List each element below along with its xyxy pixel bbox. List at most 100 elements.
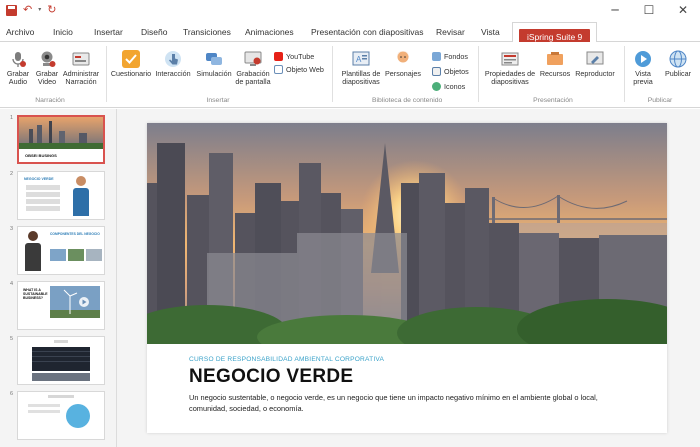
webcam-icon: [38, 50, 56, 68]
slide-3-photos: [50, 249, 102, 261]
iconos-button[interactable]: Iconos: [432, 82, 465, 91]
slide-thumbnail-3[interactable]: COMPONENTES DEL NEGOCIO: [17, 226, 105, 275]
icons-library-icon: [432, 82, 441, 91]
slide-thumbnail-6[interactable]: [17, 391, 105, 440]
tab-archivo[interactable]: Archivo: [6, 22, 34, 42]
plantillas-label: Plantillas de diapositivas: [341, 69, 381, 86]
slide-6-circle-graphic: [66, 404, 90, 428]
group-label-biblioteca: Biblioteca de contenido: [372, 97, 443, 104]
slide-number: 1: [10, 115, 14, 121]
slide-2-list: [26, 185, 60, 213]
personajes-button[interactable]: Personajes: [384, 50, 422, 78]
publicar-label: Publicar: [665, 69, 691, 78]
save-icon[interactable]: [6, 4, 17, 16]
iconos-label: Iconos: [444, 82, 466, 91]
recursos-button[interactable]: Recursos: [538, 50, 572, 78]
tab-insertar[interactable]: Insertar: [94, 22, 123, 42]
interaccion-button[interactable]: Interacción: [154, 50, 192, 78]
grabar-audio-button[interactable]: Grabar Audio: [4, 50, 32, 86]
slide-thumbnail-1[interactable]: OBSEI BUSINGS: [17, 115, 105, 164]
slide-5-footer-image: [32, 373, 90, 381]
group-label-insertar: Insertar: [206, 97, 230, 104]
svg-text:A: A: [356, 55, 362, 64]
close-button[interactable]: ✕: [666, 0, 700, 20]
interaction-hand-icon: [164, 50, 182, 68]
slide-city-photo: [147, 123, 667, 344]
youtube-button[interactable]: YouTube: [274, 52, 314, 61]
slide-number: 2: [10, 171, 14, 177]
redo-icon[interactable]: ↻: [47, 4, 56, 16]
group-label-publicar: Publicar: [647, 97, 673, 104]
reproductor-label: Reproductor: [575, 69, 615, 78]
ribbon-separator: [478, 46, 479, 102]
slide-3-caption: COMPONENTES DEL NEGOCIO: [50, 232, 100, 236]
screen-record-icon: [244, 50, 262, 68]
tab-presentacion[interactable]: Presentación con diapositivas: [311, 22, 423, 42]
administrar-narracion-label: Administrar Narración: [62, 69, 100, 86]
backgrounds-icon: [432, 52, 441, 61]
slide-6-line: [28, 410, 60, 413]
slide-number: 6: [10, 391, 14, 397]
tab-revisar[interactable]: Revisar: [436, 22, 465, 42]
interaccion-label: Interacción: [155, 69, 191, 78]
ribbon-separator: [624, 46, 625, 102]
slide-4-wind-turbine-image: [50, 286, 100, 318]
vista-previa-button[interactable]: Vista previa: [628, 50, 658, 86]
slide-1-caption: OBSEI BUSINGS: [25, 153, 57, 158]
maximize-button[interactable]: ☐: [632, 0, 666, 20]
tab-ispring-suite[interactable]: iSpring Suite 9: [512, 22, 598, 45]
templates-icon: A: [352, 50, 370, 68]
slide-2-person-image: [72, 176, 90, 218]
plantillas-button[interactable]: A Plantillas de diapositivas: [338, 50, 384, 86]
objeto-web-button[interactable]: Objeto Web: [274, 65, 324, 74]
resources-icon: [546, 50, 564, 68]
grabar-video-label: Grabar Video: [35, 69, 59, 86]
fondos-button[interactable]: Fondos: [432, 52, 468, 61]
undo-icon[interactable]: ↶: [23, 4, 32, 16]
group-label-presentacion: Presentación: [533, 97, 573, 104]
recursos-label: Recursos: [539, 69, 571, 78]
ribbon-tabs: Archivo Inicio Insertar Diseño Transicio…: [0, 22, 700, 45]
reproductor-button[interactable]: Reproductor: [574, 50, 616, 78]
cuestionario-button[interactable]: Cuestionario: [110, 50, 152, 78]
propiedades-button[interactable]: Propiedades de diapositivas: [484, 50, 536, 86]
publicar-button[interactable]: Publicar: [662, 50, 694, 78]
slide-properties-icon: [501, 50, 519, 68]
narration-manager-icon: [72, 50, 90, 68]
window-controls: ─ ☐ ✕: [598, 0, 700, 20]
quiz-check-icon: [122, 50, 140, 68]
slide-thumbnail-5[interactable]: [17, 336, 105, 385]
web-object-icon: [274, 65, 283, 74]
slide-5-table: [32, 347, 90, 371]
objetos-button[interactable]: Objetos: [432, 67, 469, 76]
tab-inicio[interactable]: Inicio: [53, 22, 73, 42]
tab-animaciones[interactable]: Animaciones: [245, 22, 294, 42]
grabar-audio-label: Grabar Audio: [6, 69, 30, 86]
grabar-video-button[interactable]: Grabar Video: [34, 50, 60, 86]
objects-icon: [432, 67, 441, 76]
simulacion-button[interactable]: Simulación: [196, 50, 232, 78]
undo-dropdown-icon[interactable]: ▾: [38, 4, 41, 16]
simulation-icon: [205, 50, 223, 68]
slide-canvas[interactable]: CURSO DE RESPONSABILIDAD AMBIENTAL CORPO…: [147, 123, 667, 433]
slide-number: 5: [10, 336, 14, 342]
tab-vista[interactable]: Vista: [481, 22, 500, 42]
tab-transiciones[interactable]: Transiciones: [183, 22, 231, 42]
slide-title: NEGOCIO VERDE: [189, 366, 354, 387]
cuestionario-label: Cuestionario: [110, 69, 152, 78]
slide-thumbnail-pane[interactable]: 1 OBSEI BUSINGS 2 NEGOCIO VERDE 3 COMPON…: [0, 109, 117, 447]
title-bar: ↶ ▾ ↻ ─ ☐ ✕: [0, 0, 700, 22]
vista-previa-label: Vista previa: [633, 69, 653, 86]
slide-number: 4: [10, 281, 14, 287]
tab-diseno[interactable]: Diseño: [141, 22, 167, 42]
administrar-narracion-button[interactable]: Administrar Narración: [60, 50, 102, 86]
slide-thumbnail-2[interactable]: NEGOCIO VERDE: [17, 171, 105, 220]
grabacion-pantalla-button[interactable]: Grabación de pantalla: [234, 50, 272, 86]
group-label-narracion: Narración: [35, 97, 65, 104]
objetos-label: Objetos: [444, 67, 469, 76]
quick-access-toolbar: ↶ ▾ ↻: [6, 4, 56, 16]
slide-text-block: CURSO DE RESPONSABILIDAD AMBIENTAL CORPO…: [189, 356, 629, 414]
minimize-button[interactable]: ─: [598, 0, 632, 20]
ribbon-separator: [106, 46, 107, 102]
slide-thumbnail-4[interactable]: WHAT IS A SUSTAINABLE BUSINESS?: [17, 281, 105, 330]
